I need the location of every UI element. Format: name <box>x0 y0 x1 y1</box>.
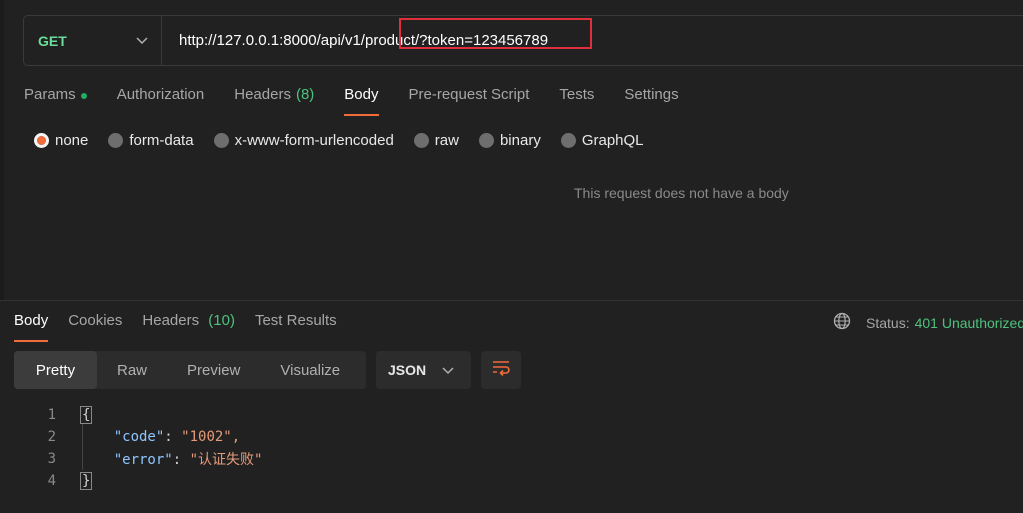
code-text: { <box>80 406 93 424</box>
radio-label: GraphQL <box>581 132 644 149</box>
radio-label: none <box>55 132 89 149</box>
radio-circle <box>560 133 576 148</box>
code-text: "code": "1002", <box>113 429 241 445</box>
tab-label: Authorization <box>116 86 205 103</box>
headers-count: (10) <box>208 312 235 329</box>
code-line: 4 } <box>0 470 262 492</box>
json-value: "1002", <box>181 429 241 445</box>
radio-binary[interactable]: binary <box>478 132 541 149</box>
radio-x-www-form-urlencoded[interactable]: x-www-form-urlencoded <box>213 132 394 149</box>
response-tab-headers[interactable]: Headers (10) <box>142 312 235 342</box>
json-key: "code" <box>113 429 165 445</box>
json-value: "认证失败" <box>189 452 263 468</box>
radio-label: x-www-form-urlencoded <box>234 132 394 149</box>
radio-none[interactable]: none <box>34 132 88 149</box>
radio-circle <box>413 133 429 148</box>
tab-params[interactable]: Params <box>24 86 87 116</box>
tab-label: Pre-request Script <box>408 86 530 103</box>
tab-label: Cookies <box>68 312 123 329</box>
response-tab-body[interactable]: Body <box>14 312 49 342</box>
tab-body[interactable]: Body <box>344 86 379 116</box>
tab-label: Test Results <box>254 312 337 329</box>
line-number: 4 <box>47 473 56 489</box>
pane-divider[interactable] <box>0 300 1023 301</box>
tab-pre-request-script[interactable]: Pre-request Script <box>409 86 530 116</box>
tab-label: Headers <box>142 312 200 329</box>
tab-label: Body <box>14 312 49 329</box>
line-number: 1 <box>47 407 56 423</box>
radio-circle <box>478 133 494 148</box>
tab-headers[interactable]: Headers (8) <box>234 86 314 116</box>
radio-label: binary <box>499 132 541 149</box>
response-tabs: Body Cookies Headers (10) Test Results <box>14 312 357 342</box>
method-label: GET <box>38 32 67 49</box>
radio-label: form-data <box>129 132 194 149</box>
highlight-annotation-box <box>399 18 592 49</box>
radio-raw[interactable]: raw <box>413 132 459 149</box>
radio-circle-selected <box>34 133 49 148</box>
radio-graphql[interactable]: GraphQL <box>560 132 644 149</box>
url-input[interactable]: http://127.0.0.1:8000/api/v1/product/?to… <box>162 18 592 49</box>
tab-label: Headers <box>234 86 291 103</box>
radio-label: raw <box>434 132 459 149</box>
view-mode-pretty[interactable]: Pretty <box>14 351 97 389</box>
code-text: "error": "认证失败" <box>113 452 263 468</box>
tab-label: Settings <box>624 86 679 103</box>
empty-body-message: This request does not have a body <box>574 185 789 201</box>
globe-icon[interactable] <box>833 312 851 333</box>
response-tab-test-results[interactable]: Test Results <box>255 312 337 342</box>
status-label: Status: <box>866 314 910 331</box>
response-status: Status: 401 Unauthorized <box>833 312 1023 333</box>
response-body-code: 1 { 2 "code": "1002", 3 "error": "认证失败" … <box>0 404 262 492</box>
code-line: 3 "error": "认证失败" <box>0 448 263 470</box>
params-indicator-dot <box>80 93 87 99</box>
chevron-down-icon <box>123 36 161 45</box>
format-select[interactable]: JSON <box>376 351 471 389</box>
request-tabs: Params Authorization Headers (8) Body Pre… <box>24 86 709 116</box>
tab-authorization[interactable]: Authorization <box>117 86 205 116</box>
method-select[interactable]: GET <box>24 16 162 65</box>
view-mode-preview[interactable]: Preview <box>167 351 260 389</box>
line-number: 2 <box>47 429 56 445</box>
chevron-down-icon <box>442 362 454 378</box>
tab-label: Body <box>344 86 379 103</box>
format-label: JSON <box>388 362 427 378</box>
radio-circle <box>108 133 124 148</box>
headers-count: (8) <box>295 86 315 103</box>
tab-label: Tests <box>559 86 595 103</box>
body-type-radios: none form-data x-www-form-urlencoded raw… <box>34 132 664 149</box>
view-mode-visualize[interactable]: Visualize <box>260 351 360 389</box>
radio-form-data[interactable]: form-data <box>108 132 194 149</box>
wrap-lines-button[interactable] <box>481 351 521 389</box>
code-line: 2 "code": "1002", <box>0 426 262 448</box>
view-mode-segmented: Pretty Raw Preview Visualize <box>14 351 366 389</box>
url-bar: GET http://127.0.0.1:8000/api/v1/product… <box>23 15 1023 66</box>
code-text: } <box>80 472 93 490</box>
tab-settings[interactable]: Settings <box>624 86 678 116</box>
tab-tests[interactable]: Tests <box>559 86 594 116</box>
radio-circle <box>213 133 229 148</box>
code-line: 1 { <box>0 404 262 426</box>
wrap-lines-icon <box>491 360 511 381</box>
view-mode-raw[interactable]: Raw <box>97 351 167 389</box>
tab-label: Params <box>24 86 76 103</box>
status-value[interactable]: 401 Unauthorized <box>915 315 1023 331</box>
response-tab-cookies[interactable]: Cookies <box>68 312 122 342</box>
line-number: 3 <box>47 451 56 467</box>
json-key: "error" <box>113 452 173 468</box>
left-edge <box>0 0 4 300</box>
